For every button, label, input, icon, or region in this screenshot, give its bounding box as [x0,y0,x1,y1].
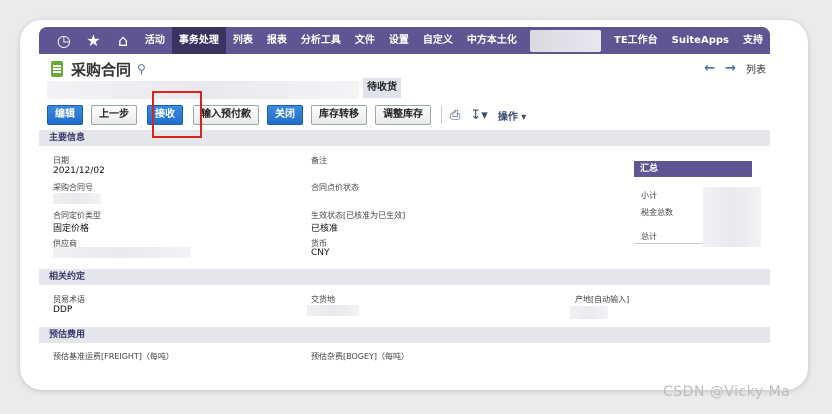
contract-no-label: 采购合同号 [53,183,93,192]
redacted-record-name [47,81,359,99]
adjust-inventory-button[interactable]: 调整库存 [375,105,431,125]
memo-label: 备注 [311,156,327,165]
total-label: 总计 [641,232,657,241]
effective-status-label: 生效状态[已核准为已生效] [311,211,406,220]
nav-item-activities[interactable]: 活动 [138,27,172,54]
pricing-type-label: 合同定价类型 [53,211,101,220]
trade-term-label: 贸易术语 [53,295,85,304]
estimated-costs-section-header[interactable]: 预估费用 [39,327,770,343]
home-icon[interactable]: ⌂ [108,27,138,54]
redacted-origin [570,306,608,319]
date-value: 2021/12/02 [53,166,105,176]
highlight-annotation-box [152,91,202,138]
list-link[interactable]: 列表 [746,61,766,76]
redacted-delivery-place [307,305,359,316]
top-navigation: ◷ ★ ⌂ 活动 事务处理 列表 报表 分析工具 文件 设置 自定义 中方本土化… [39,27,770,54]
delivery-place-label: 交货地 [311,295,335,304]
nav-item-customization[interactable]: 自定义 [416,27,460,54]
action-toolbar: 编辑 上一步 接收 输入预付款 关闭 库存转移 调整库存 ⎙ ↧▾ 操作 ▾ [47,105,526,125]
close-button[interactable]: 关闭 [267,105,303,125]
redacted-supplier [53,247,191,258]
document-icon [51,61,63,77]
record-navigation: ← → 列表 [704,61,766,76]
bogey-label: 预估杂费[BOGEY]（每吨） [311,352,410,361]
actions-menu[interactable]: 操作 ▾ [498,108,527,123]
nav-item-transactions[interactable]: 事务处理 [171,27,226,54]
toolbar-divider [441,106,442,124]
inventory-transfer-button[interactable]: 库存转移 [311,105,367,125]
terms-section-header[interactable]: 相关约定 [39,269,770,285]
nav-item-setup[interactable]: 设置 [382,27,416,54]
page-title: 采购合同 [71,60,132,79]
watermark: CSDN @Vicky Ma [663,384,791,400]
enter-prepayment-button[interactable]: 输入预付款 [193,105,259,125]
nav-item-analytics[interactable]: 分析工具 [294,27,348,54]
forward-arrow-icon[interactable]: → [725,61,736,76]
nav-item-reports[interactable]: 报表 [260,27,294,54]
redacted-summary-values [703,187,761,247]
history-icon[interactable]: ◷ [49,27,79,54]
nav-item-suiteapps[interactable]: SuiteApps [665,27,736,54]
nav-item-documents[interactable]: 文件 [348,27,382,54]
actions-label: 操作 [497,111,518,123]
print-icon[interactable]: ⎙ [450,108,460,123]
search-icon[interactable]: ⚲ [137,62,146,76]
download-icon[interactable]: ↧▾ [470,108,487,123]
trade-term-value: DDP [53,305,73,315]
nav-item-support[interactable]: 支持 [736,27,770,54]
status-badge: 待收货 [363,78,401,98]
summary-header: 汇总 [634,161,752,177]
edit-button[interactable]: 编辑 [47,105,83,125]
date-label: 日期 [53,156,69,165]
nav-item-te-workbench[interactable]: TE工作台 [607,27,665,54]
tax-total-label: 税金总数 [641,208,673,217]
redacted-contract-no [53,193,101,204]
redacted-nav-item[interactable] [529,29,601,52]
subtotal-label: 小计 [641,191,657,200]
effective-status-value: 已核准 [311,224,339,234]
nav-item-lists[interactable]: 列表 [226,27,260,54]
origin-label: 产地[自动输入] [575,295,630,304]
price-status-label: 合同点价状态 [311,183,359,192]
netsuite-window: ◷ ★ ⌂ 活动 事务处理 列表 报表 分析工具 文件 设置 自定义 中方本土化… [39,27,770,370]
previous-button[interactable]: 上一步 [91,105,137,125]
nav-item-china-localization[interactable]: 中方本土化 [460,27,524,54]
page-header: 采购合同 ⚲ [51,58,146,80]
pricing-type-value: 固定价格 [53,224,90,234]
currency-value: CNY [311,248,330,258]
freight-label: 预估基准运费[FREIGHT]（每吨） [53,352,174,361]
star-icon[interactable]: ★ [79,27,109,54]
main-info-section-header[interactable]: 主要信息 [39,130,770,146]
back-arrow-icon[interactable]: ← [704,61,715,76]
